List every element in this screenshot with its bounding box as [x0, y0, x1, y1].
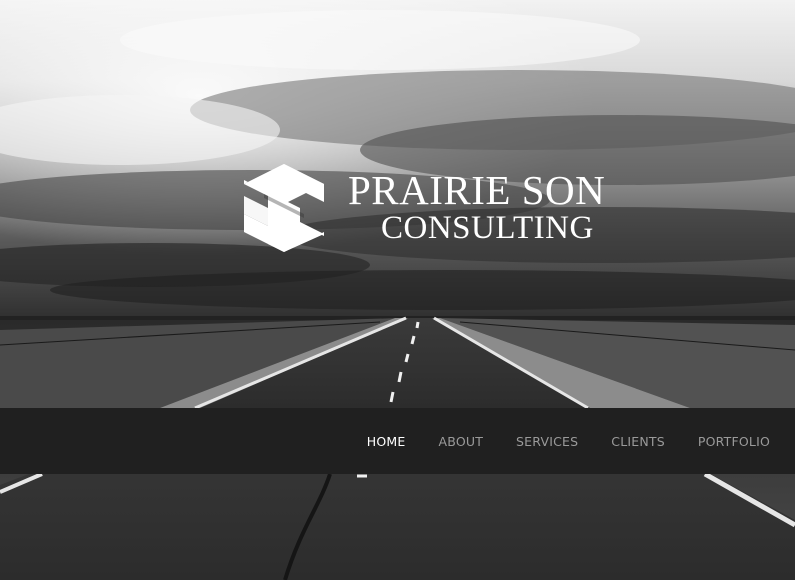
main-navbar: HOME ABOUT SERVICES CLIENTS PORTFOLIO: [0, 408, 795, 474]
nav-about-link[interactable]: ABOUT: [439, 434, 484, 449]
stylized-s-logo-icon: [244, 164, 324, 252]
main-nav: HOME ABOUT SERVICES CLIENTS PORTFOLIO: [334, 408, 770, 474]
nav-home-link[interactable]: HOME: [367, 434, 406, 449]
nav-portfolio-link[interactable]: PORTFOLIO: [698, 434, 770, 449]
brand-logo[interactable]: PRAIRIE SON CONSULTING: [244, 164, 654, 254]
brand-subtitle: CONSULTING: [381, 210, 594, 246]
prairie-road-photo: [0, 0, 795, 580]
nav-clients-link[interactable]: CLIENTS: [611, 434, 665, 449]
nav-services-link[interactable]: SERVICES: [516, 434, 578, 449]
hero-background: PRAIRIE SON CONSULTING: [0, 0, 795, 580]
brand-title: PRAIRIE SON: [348, 167, 606, 213]
